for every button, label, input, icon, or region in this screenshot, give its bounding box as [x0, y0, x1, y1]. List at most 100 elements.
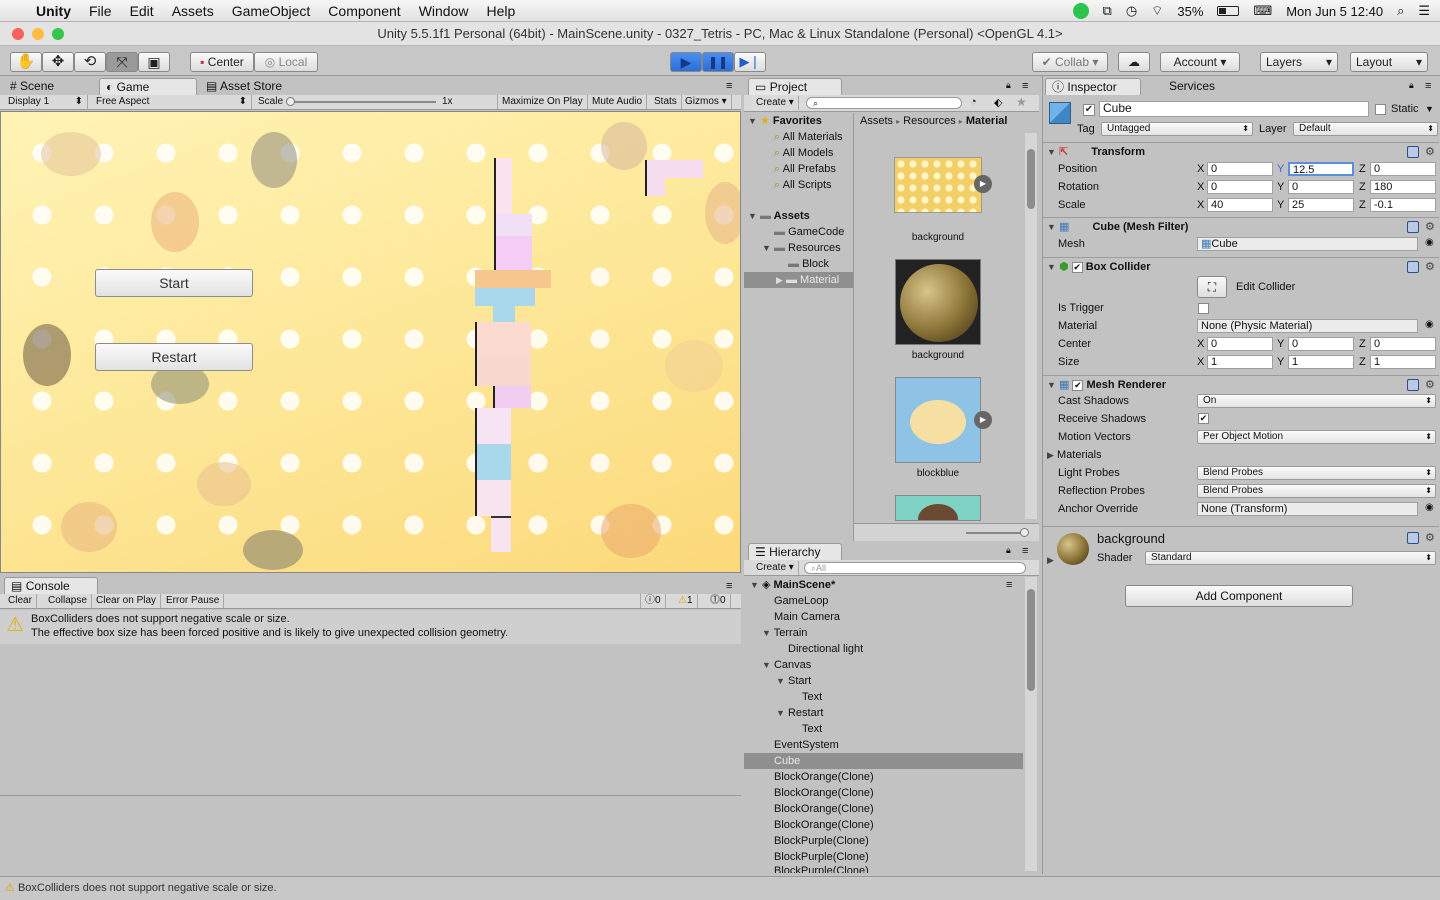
filter-by-type-icon[interactable]: ◔ — [970, 96, 977, 108]
pivot-center-button[interactable]: ▪ Center — [190, 52, 254, 72]
slider-thumb[interactable] — [1020, 528, 1029, 537]
tab-project[interactable]: ▭ Project — [748, 78, 842, 95]
console-clear-on-play-toggle[interactable]: Clear on Play — [92, 594, 162, 608]
lock-icon[interactable]: 🔒︎ — [1006, 80, 1011, 91]
help-book-icon[interactable] — [1407, 146, 1419, 158]
gear-icon[interactable]: ⚙ — [1425, 145, 1435, 158]
play-preview-icon[interactable]: ▶ — [974, 411, 992, 429]
position-z-input[interactable]: 0 — [1370, 162, 1436, 176]
info-count-toggle[interactable]: ⓘ0 — [640, 594, 666, 608]
hierarchy-item[interactable]: BlockOrange(Clone) — [774, 769, 874, 785]
tab-hierarchy[interactable]: ☰ Hierarchy — [748, 543, 842, 560]
transform-header[interactable]: ▼ ⇱ Transform — [1043, 142, 1439, 160]
menu-assets[interactable]: Assets — [163, 3, 223, 19]
static-dropdown-arrow[interactable]: ▼ — [1425, 104, 1434, 114]
panel-menu-icon[interactable]: ≡ — [1022, 545, 1028, 557]
account-dropdown[interactable]: Account ▾ — [1160, 52, 1240, 72]
pause-button[interactable]: ❚❚ — [702, 52, 734, 72]
mesh-field[interactable]: ▦Cube — [1197, 237, 1418, 251]
cloud-button[interactable]: ☁ — [1118, 52, 1150, 72]
hierarchy-item[interactable]: Main Camera — [774, 609, 840, 625]
object-picker-icon[interactable]: ◉ — [1425, 319, 1434, 330]
rect-tool-button[interactable]: ▣ — [138, 52, 170, 72]
reflection-probes-dropdown[interactable]: Blend Probes — [1197, 484, 1436, 498]
aspect-dropdown[interactable]: Free Aspect ⬍ — [92, 95, 252, 109]
hierarchy-item[interactable]: GameLoop — [774, 593, 828, 609]
mute-audio-toggle[interactable]: Mute Audio — [588, 95, 648, 109]
fav-all-materials[interactable]: ⌕ All Materials — [774, 129, 843, 145]
status-message[interactable]: BoxColliders does not support negative s… — [18, 882, 277, 894]
pivot-local-button[interactable]: ◎ Local — [254, 52, 318, 72]
tab-asset-store[interactable]: ▤ Asset Store — [200, 78, 310, 95]
mesh-renderer-header[interactable]: ▼ ▦ ✔ Mesh Renderer — [1043, 375, 1439, 393]
cast-shadows-dropdown[interactable]: On — [1197, 394, 1436, 408]
object-name-input[interactable]: Cube — [1099, 101, 1369, 117]
fav-all-scripts[interactable]: ⌕ All Scripts — [774, 177, 832, 193]
project-search-input[interactable]: ⌕ — [806, 97, 962, 109]
help-book-icon[interactable] — [1407, 221, 1419, 233]
menu-component[interactable]: Component — [319, 3, 409, 19]
edit-collider-button[interactable]: ⛶ — [1197, 276, 1227, 298]
zoom-window-button[interactable] — [52, 28, 64, 40]
object-picker-icon[interactable]: ◉ — [1425, 237, 1434, 248]
rotation-y-input[interactable]: 0 — [1288, 180, 1354, 194]
display-dropdown[interactable]: Display 1 ⬍ — [4, 95, 88, 109]
fav-all-models[interactable]: ⌕ All Models — [774, 145, 833, 161]
lock-icon[interactable]: 🔒︎ — [1409, 80, 1414, 91]
layers-dropdown[interactable]: Layers ▾ — [1260, 52, 1338, 72]
folder-gamecode[interactable]: ▬ GameCode — [774, 224, 844, 240]
gear-icon[interactable]: ⚙ — [1425, 220, 1435, 233]
hierarchy-item[interactable]: BlockPurple(Clone) — [774, 865, 869, 873]
breadcrumb-item[interactable]: Assets — [860, 115, 893, 127]
battery-percent[interactable]: 35% — [1177, 4, 1203, 19]
scene-menu-icon[interactable]: ≡ — [1006, 579, 1012, 591]
project-scrollbar[interactable] — [1025, 133, 1037, 519]
gear-icon[interactable]: ⚙ — [1425, 378, 1435, 391]
hierarchy-item-restart[interactable]: ▼ Restart — [776, 705, 823, 721]
tab-scene[interactable]: # Scene — [4, 78, 96, 95]
help-book-icon[interactable] — [1407, 261, 1419, 273]
physic-material-field[interactable]: None (Physic Material) — [1197, 319, 1418, 333]
play-preview-icon[interactable]: ▶ — [974, 175, 992, 193]
center-x-input[interactable]: 0 — [1207, 337, 1273, 351]
maximize-on-play-toggle[interactable]: Maximize On Play — [497, 95, 588, 109]
wifi-icon[interactable]: ⌔ — [1151, 3, 1163, 19]
keyboard-icon[interactable]: ⌨ — [1253, 3, 1272, 19]
scale-x-input[interactable]: 40 — [1207, 198, 1273, 212]
scrollbar-thumb[interactable] — [1027, 149, 1035, 209]
spotlight-search-icon[interactable]: ⌕ — [1397, 3, 1404, 19]
hierarchy-item[interactable]: BlockOrange(Clone) — [774, 785, 874, 801]
menu-window[interactable]: Window — [410, 3, 478, 19]
panel-menu-icon[interactable]: ≡ — [1425, 80, 1431, 92]
panel-menu-icon[interactable]: ≡ — [726, 80, 732, 92]
menu-file[interactable]: File — [80, 3, 121, 19]
game-viewport[interactable]: Start Restart — [0, 111, 741, 573]
active-checkbox[interactable]: ✔ — [1083, 104, 1095, 116]
rotate-tool-button[interactable]: ⟲ — [74, 52, 106, 72]
asset-thumb[interactable] — [895, 495, 981, 521]
scale-slider-thumb[interactable] — [286, 97, 295, 106]
tab-game[interactable]: ◐ Game — [99, 78, 197, 95]
is-trigger-checkbox[interactable] — [1198, 303, 1209, 314]
close-window-button[interactable] — [12, 28, 24, 40]
console-clear-button[interactable]: Clear — [4, 594, 37, 608]
asset-thumb-sphere[interactable] — [895, 259, 981, 345]
hierarchy-item[interactable]: BlockOrange(Clone) — [774, 817, 874, 833]
scene-root[interactable]: ▼ ◈ MainScene* — [750, 577, 835, 593]
gear-icon[interactable]: ⚙ — [1425, 260, 1435, 273]
hand-tool-button[interactable]: ✋ — [10, 52, 42, 72]
favorites-node[interactable]: ▼ ★ Favorites — [748, 113, 822, 129]
hierarchy-item-canvas[interactable]: ▼ Canvas — [762, 657, 811, 673]
favorite-star-icon[interactable]: ★ — [1016, 95, 1027, 109]
scale-tool-button[interactable]: ⤧ — [106, 52, 138, 72]
start-button[interactable]: Start — [95, 269, 253, 297]
size-z-input[interactable]: 1 — [1370, 355, 1436, 369]
hierarchy-search-input[interactable]: ⌕All — [804, 562, 1026, 574]
asset-thumb[interactable] — [895, 377, 981, 463]
box-collider-header[interactable]: ▼ ⬢ ✔ Box Collider — [1043, 257, 1439, 275]
hierarchy-item[interactable]: BlockPurple(Clone) — [774, 833, 869, 849]
assets-node[interactable]: ▼ ▬ Assets — [748, 208, 810, 224]
help-book-icon[interactable] — [1407, 532, 1419, 544]
folder-material[interactable]: ▶ ▬ Material — [744, 272, 853, 288]
error-count-toggle[interactable]: ⓵0 — [706, 594, 731, 608]
